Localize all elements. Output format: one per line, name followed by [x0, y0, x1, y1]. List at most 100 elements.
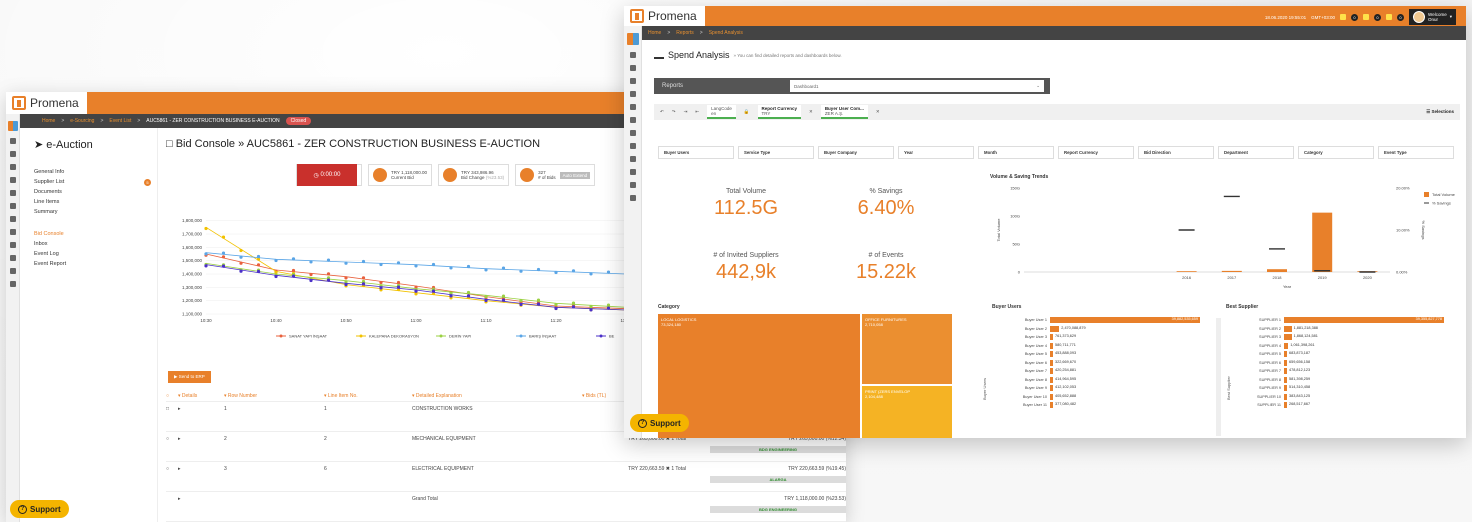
- col-explanation[interactable]: ▾ Detailed Explanation: [412, 393, 582, 399]
- bar-row[interactable]: Buyer User 8 414,964,595: [998, 376, 1214, 385]
- doc-icon[interactable]: [629, 78, 636, 84]
- clear-icon[interactable]: ⇤: [695, 109, 699, 115]
- nav-bid-console[interactable]: Bid Console: [34, 229, 157, 239]
- thumb-icon[interactable]: [9, 242, 16, 248]
- col-line-item[interactable]: ▾ Line Item No.: [324, 393, 412, 399]
- nav-line-items[interactable]: Line Items: [34, 197, 157, 207]
- thumb-icon[interactable]: [1363, 14, 1370, 20]
- nav-event-log[interactable]: Event Log: [34, 249, 157, 259]
- expand-icon[interactable]: ▸: [178, 496, 224, 502]
- bar-row[interactable]: SUPPLIER 8 581,398,259: [1232, 376, 1458, 385]
- home-icon[interactable]: [629, 52, 636, 58]
- wrench-icon[interactable]: [9, 281, 16, 287]
- nav-inbox[interactable]: Inbox: [34, 239, 157, 249]
- promena-logo[interactable]: Promena: [6, 92, 87, 114]
- support-button-back[interactable]: ? Support: [10, 500, 69, 518]
- volume-bar[interactable]: [1176, 271, 1197, 272]
- redo-icon[interactable]: ↷: [672, 109, 676, 115]
- apps-icon[interactable]: [626, 33, 639, 45]
- bar-row[interactable]: Buyer User 6 322,669,670: [998, 359, 1214, 368]
- chart-icon[interactable]: [9, 255, 16, 261]
- filter-month[interactable]: Month: [978, 146, 1054, 159]
- nav-summary[interactable]: Summary: [34, 207, 157, 217]
- select-all-checkbox[interactable]: ○: [166, 393, 178, 399]
- gear-icon[interactable]: [629, 182, 636, 188]
- gear-icon[interactable]: [9, 268, 16, 274]
- nav-general-info[interactable]: General Info: [34, 167, 157, 177]
- thumb-icon[interactable]: [629, 156, 636, 162]
- filter-report-currency[interactable]: Report Currency: [1058, 146, 1134, 159]
- bar-row[interactable]: Buyer User 7 420,254,881: [998, 367, 1214, 376]
- cart-icon[interactable]: [1340, 14, 1347, 20]
- volume-bar[interactable]: [1312, 212, 1333, 272]
- filter-bid-direction[interactable]: Bid Direction: [1138, 146, 1214, 159]
- col-row-number[interactable]: ▾ Row Number: [224, 393, 324, 399]
- table-row[interactable]: ○ ▸ 3 6 ELECTRICAL EQUIPMENT TRY 220,663.59…: [166, 462, 846, 492]
- dashboard-select[interactable]: Dashboard1 ⌄: [790, 80, 1044, 92]
- breadcrumb-home[interactable]: Home: [648, 30, 661, 36]
- doc-icon[interactable]: [9, 164, 16, 170]
- bar-row[interactable]: Buyer User 1 39,882,535,659: [998, 316, 1214, 325]
- sitemap-icon[interactable]: [629, 130, 636, 136]
- nav-supplier-list[interactable]: Supplier List 5: [34, 177, 157, 187]
- bar-row[interactable]: Buyer User 3 761,373,629: [998, 333, 1214, 342]
- filter-category[interactable]: Category: [1298, 146, 1374, 159]
- breadcrumb-event-list[interactable]: Event List: [109, 118, 131, 124]
- chip-buyer-user-company[interactable]: Buyer User Com... ZER A.Ş.: [820, 105, 868, 119]
- close-icon[interactable]: ✕: [809, 109, 813, 115]
- forward-icon[interactable]: ⇥: [684, 109, 688, 115]
- chip-report-currency[interactable]: Report Currency TRY: [757, 105, 802, 119]
- filter-department[interactable]: Department: [1218, 146, 1294, 159]
- check-icon[interactable]: [9, 190, 16, 196]
- row-checkbox[interactable]: □: [166, 406, 178, 412]
- cart-icon[interactable]: [629, 65, 636, 71]
- send-to-erp-button[interactable]: ▶ Send to ERP: [168, 371, 211, 383]
- treemap-tile[interactable]: PRINT (ZERS ENVELOP 2,104,488: [861, 385, 952, 438]
- bar-row[interactable]: Buyer User 9 412,102,053: [998, 384, 1214, 393]
- bar-row[interactable]: SUPPLIER 9 514,310,458: [1232, 384, 1458, 393]
- user-menu[interactable]: Welcome Onur ▾: [1409, 9, 1456, 25]
- bar-row[interactable]: Buyer User 10 405,652,888: [998, 393, 1214, 402]
- chart-icon[interactable]: [629, 169, 636, 175]
- row-checkbox[interactable]: ○: [166, 466, 178, 472]
- bar-row[interactable]: Buyer User 2 2,470,088,879: [998, 325, 1214, 334]
- wrench-icon[interactable]: [629, 195, 636, 201]
- volume-bar[interactable]: [1267, 269, 1287, 272]
- nav-event-report[interactable]: Event Report: [34, 259, 157, 269]
- briefcase-icon[interactable]: [9, 203, 16, 209]
- bar-row[interactable]: Buyer User 11 377,080,482: [998, 401, 1214, 410]
- tag-icon[interactable]: [629, 91, 636, 97]
- bar-row[interactable]: Buyer User 5 453,888,093: [998, 350, 1214, 359]
- col-details[interactable]: ▾ Details: [178, 393, 224, 399]
- cart-icon[interactable]: [9, 151, 16, 157]
- expand-icon[interactable]: ▸: [178, 436, 224, 442]
- filter-year[interactable]: Year: [898, 146, 974, 159]
- bar-row[interactable]: SUPPLIER 6 659,656,158: [1232, 359, 1458, 368]
- mail-icon[interactable]: [1386, 14, 1393, 20]
- expand-icon[interactable]: ▸: [178, 466, 224, 472]
- expand-icon[interactable]: ▸: [178, 406, 224, 412]
- nav-documents[interactable]: Documents: [34, 187, 157, 197]
- breadcrumb-sourcing[interactable]: e-Sourcing: [70, 118, 94, 124]
- sitemap-icon[interactable]: [9, 216, 16, 222]
- bar-row[interactable]: SUPPLIER 1 39,355,827,778: [1232, 316, 1458, 325]
- bar-row[interactable]: SUPPLIER 7 478,812,123: [1232, 367, 1458, 376]
- close-icon[interactable]: ✕: [876, 109, 880, 115]
- filter-service-type[interactable]: Service Type: [738, 146, 814, 159]
- bar-row[interactable]: SUPPLIER 2 1,881,218,388: [1232, 325, 1458, 334]
- treemap-tile[interactable]: OFFICE FURNITURES 2,710,058: [861, 314, 952, 384]
- filter-event-type[interactable]: Event Type: [1378, 146, 1454, 159]
- chip-langcode[interactable]: LangCode en: [707, 105, 736, 119]
- file-icon[interactable]: [629, 143, 636, 149]
- check-icon[interactable]: [629, 104, 636, 110]
- breadcrumb-reports[interactable]: Reports: [676, 30, 694, 36]
- file-icon[interactable]: [9, 229, 16, 235]
- bar-row[interactable]: SUPPLIER 4 1,061,398,261: [1232, 342, 1458, 351]
- tag-icon[interactable]: [9, 177, 16, 183]
- filter-buyer-users[interactable]: Buyer Users: [658, 146, 734, 159]
- promena-logo[interactable]: Promena: [624, 6, 705, 26]
- bar-row[interactable]: SUPPLIER 5 683,873,187: [1232, 350, 1458, 359]
- briefcase-icon[interactable]: [629, 117, 636, 123]
- breadcrumb-home[interactable]: Home: [42, 118, 55, 124]
- row-checkbox[interactable]: ○: [166, 436, 178, 442]
